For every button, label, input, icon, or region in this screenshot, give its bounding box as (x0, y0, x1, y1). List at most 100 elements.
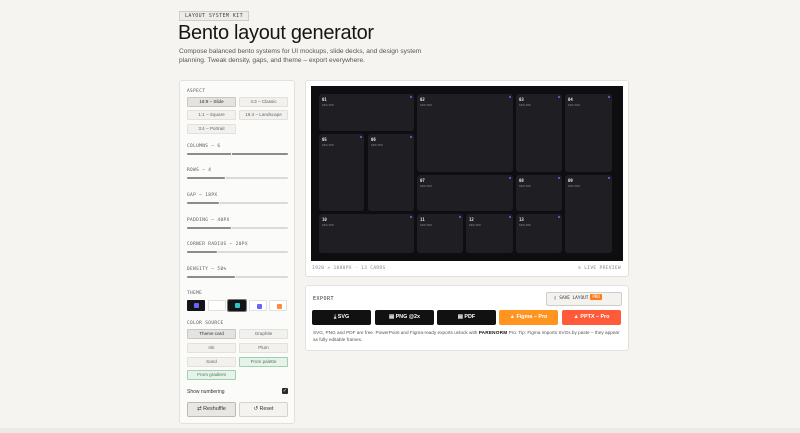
export-svg-label: SVG (337, 314, 350, 320)
card-accent-dot (509, 216, 511, 218)
reset-label: Reset (259, 406, 274, 412)
color-source-plum[interactable]: Plum (239, 343, 288, 353)
aspect-option-3-4[interactable]: 3:4 – Portrait (187, 124, 236, 134)
card-accent-dot (558, 177, 560, 179)
card-number: 10 (322, 217, 327, 222)
bento-card[interactable]: 12 640×360 (466, 214, 513, 253)
color-source-ink[interactable]: Ink (187, 343, 236, 353)
export-pdf-button[interactable]: ▤ PDF (437, 310, 496, 325)
export-png-label: PNG @2x (395, 314, 421, 320)
show-numbering-label: Show numbering (187, 389, 225, 395)
bento-card[interactable]: 02 640×360 (417, 94, 513, 172)
padding-slider[interactable] (187, 225, 288, 231)
card-number: 05 (322, 137, 327, 142)
card-size: 640×360 (519, 223, 531, 227)
aspect-option-1-1[interactable]: 1:1 – Square (187, 110, 236, 120)
card-size: 640×360 (568, 184, 580, 188)
card-size: 640×360 (469, 223, 481, 227)
card-accent-dot (608, 96, 610, 98)
bento-canvas[interactable]: 01 640×360 02 640×360 03 640×360 04 640×360 05 64… (311, 86, 623, 261)
export-png-button[interactable]: ▤ PNG @2x (375, 310, 434, 325)
card-accent-dot (459, 216, 461, 218)
export-pdf-label: PDF (464, 314, 476, 320)
card-accent-dot (558, 216, 560, 218)
corner-radius-slider[interactable] (187, 249, 288, 255)
bento-card[interactable]: 01 640×360 (319, 94, 414, 131)
card-size: 640×360 (371, 143, 383, 147)
card-number: 04 (568, 97, 573, 102)
card-accent-dot (509, 96, 511, 98)
bento-card[interactable]: 10 640×360 (319, 214, 414, 253)
export-figma-button[interactable]: ▲ Figma – Pro (499, 310, 558, 325)
card-number: 09 (568, 178, 573, 183)
export-panel: EXPORT ▯ SAVE LAYOUT PRO ⤓ SVG ▤ PNG @2x … (305, 285, 629, 351)
theme-swatch-orange[interactable] (269, 300, 287, 311)
brand-name: PARENORM (478, 330, 508, 335)
theme-label: THEME (187, 291, 203, 296)
gap-slider[interactable] (187, 200, 288, 206)
show-numbering-checkbox[interactable]: ✓ (282, 388, 288, 394)
bento-card[interactable]: 08 640×360 (516, 175, 562, 211)
bento-card[interactable]: 13 640×360 (516, 214, 562, 253)
padding-label: PADDING – 40PX (187, 218, 230, 223)
live-preview-indicator: ⊘ LIVE PREVIEW (578, 266, 621, 271)
color-source-theme-card[interactable]: Theme card (187, 329, 236, 339)
card-number: 08 (519, 178, 524, 183)
save-layout-button[interactable]: ▯ SAVE LAYOUT PRO (546, 292, 622, 306)
theme-swatch-violet[interactable] (249, 300, 267, 311)
card-size: 640×360 (322, 103, 334, 107)
export-figma-label: Figma – Pro (516, 314, 548, 320)
color-source-sand[interactable]: Sand (187, 357, 236, 367)
export-note: SVG, PNG and PDF are free. PowerPoint an… (313, 329, 625, 343)
aspect-option-16-9[interactable]: 16:9 – Slide (187, 97, 236, 107)
export-note-prefix: SVG, PNG and PDF are free. PowerPoint an… (313, 330, 479, 335)
card-accent-dot (410, 136, 412, 138)
theme-color-dot (235, 303, 240, 308)
columns-label: COLUMNS – 6 (187, 144, 221, 149)
live-preview-label: LIVE PREVIEW (584, 266, 621, 271)
rows-label: ROWS – 4 (187, 168, 212, 173)
reshuffle-button[interactable]: ⇄ Reshuffle (187, 402, 236, 417)
color-source-from-gradient[interactable]: From gradient (187, 370, 236, 380)
file-icon: ▤ (388, 314, 396, 320)
bento-card[interactable]: 03 640×360 (516, 94, 562, 172)
card-number: 12 (469, 217, 474, 222)
aspect-option-16-4[interactable]: 16:4 – Landscape (239, 110, 288, 120)
export-title: EXPORT (313, 296, 335, 302)
card-size: 640×360 (568, 103, 580, 107)
card-number: 07 (420, 178, 425, 183)
card-accent-dot (558, 96, 560, 98)
page-footer-strip (0, 428, 800, 433)
theme-swatch-teal[interactable] (227, 299, 247, 312)
reset-button[interactable]: ↺ Reset (239, 402, 288, 417)
bento-card[interactable]: 06 640×360 (368, 134, 414, 211)
color-source-from-palette[interactable]: From palette (239, 357, 288, 367)
gap-label: GAP – 18PX (187, 193, 218, 198)
theme-color-dot (277, 304, 282, 309)
card-number: 01 (322, 97, 327, 102)
color-source-graphite[interactable]: Graphite (239, 329, 288, 339)
export-svg-button[interactable]: ⤓ SVG (312, 310, 371, 325)
bento-card[interactable]: 09 640×360 (565, 175, 612, 253)
theme-swatch-light[interactable] (208, 300, 226, 311)
aspect-label: ASPECT (187, 89, 206, 94)
card-number: 06 (371, 137, 376, 142)
rows-slider[interactable] (187, 175, 288, 181)
color-source-label: COLOR SOURCE (187, 321, 224, 326)
density-slider[interactable] (187, 274, 288, 280)
export-pptx-button[interactable]: ▲ PPTX – Pro (562, 310, 621, 325)
card-number: 11 (420, 217, 425, 222)
card-number: 13 (519, 217, 524, 222)
bento-card[interactable]: 07 640×360 (417, 175, 513, 211)
corner-radius-label: CORNER RADIUS – 20PX (187, 242, 248, 247)
theme-swatch-dark[interactable] (187, 300, 205, 311)
aspect-option-4-3[interactable]: 4:3 – Classic (239, 97, 288, 107)
bento-card[interactable]: 05 640×360 (319, 134, 364, 211)
bento-card[interactable]: 11 640×360 (417, 214, 463, 253)
bento-card[interactable]: 04 640×360 (565, 94, 612, 172)
save-layout-label: SAVE LAYOUT (559, 296, 589, 301)
card-accent-dot (360, 136, 362, 138)
columns-slider[interactable] (187, 151, 288, 157)
density-label: DENSITY – 50% (187, 267, 227, 272)
theme-color-dot (257, 304, 262, 309)
